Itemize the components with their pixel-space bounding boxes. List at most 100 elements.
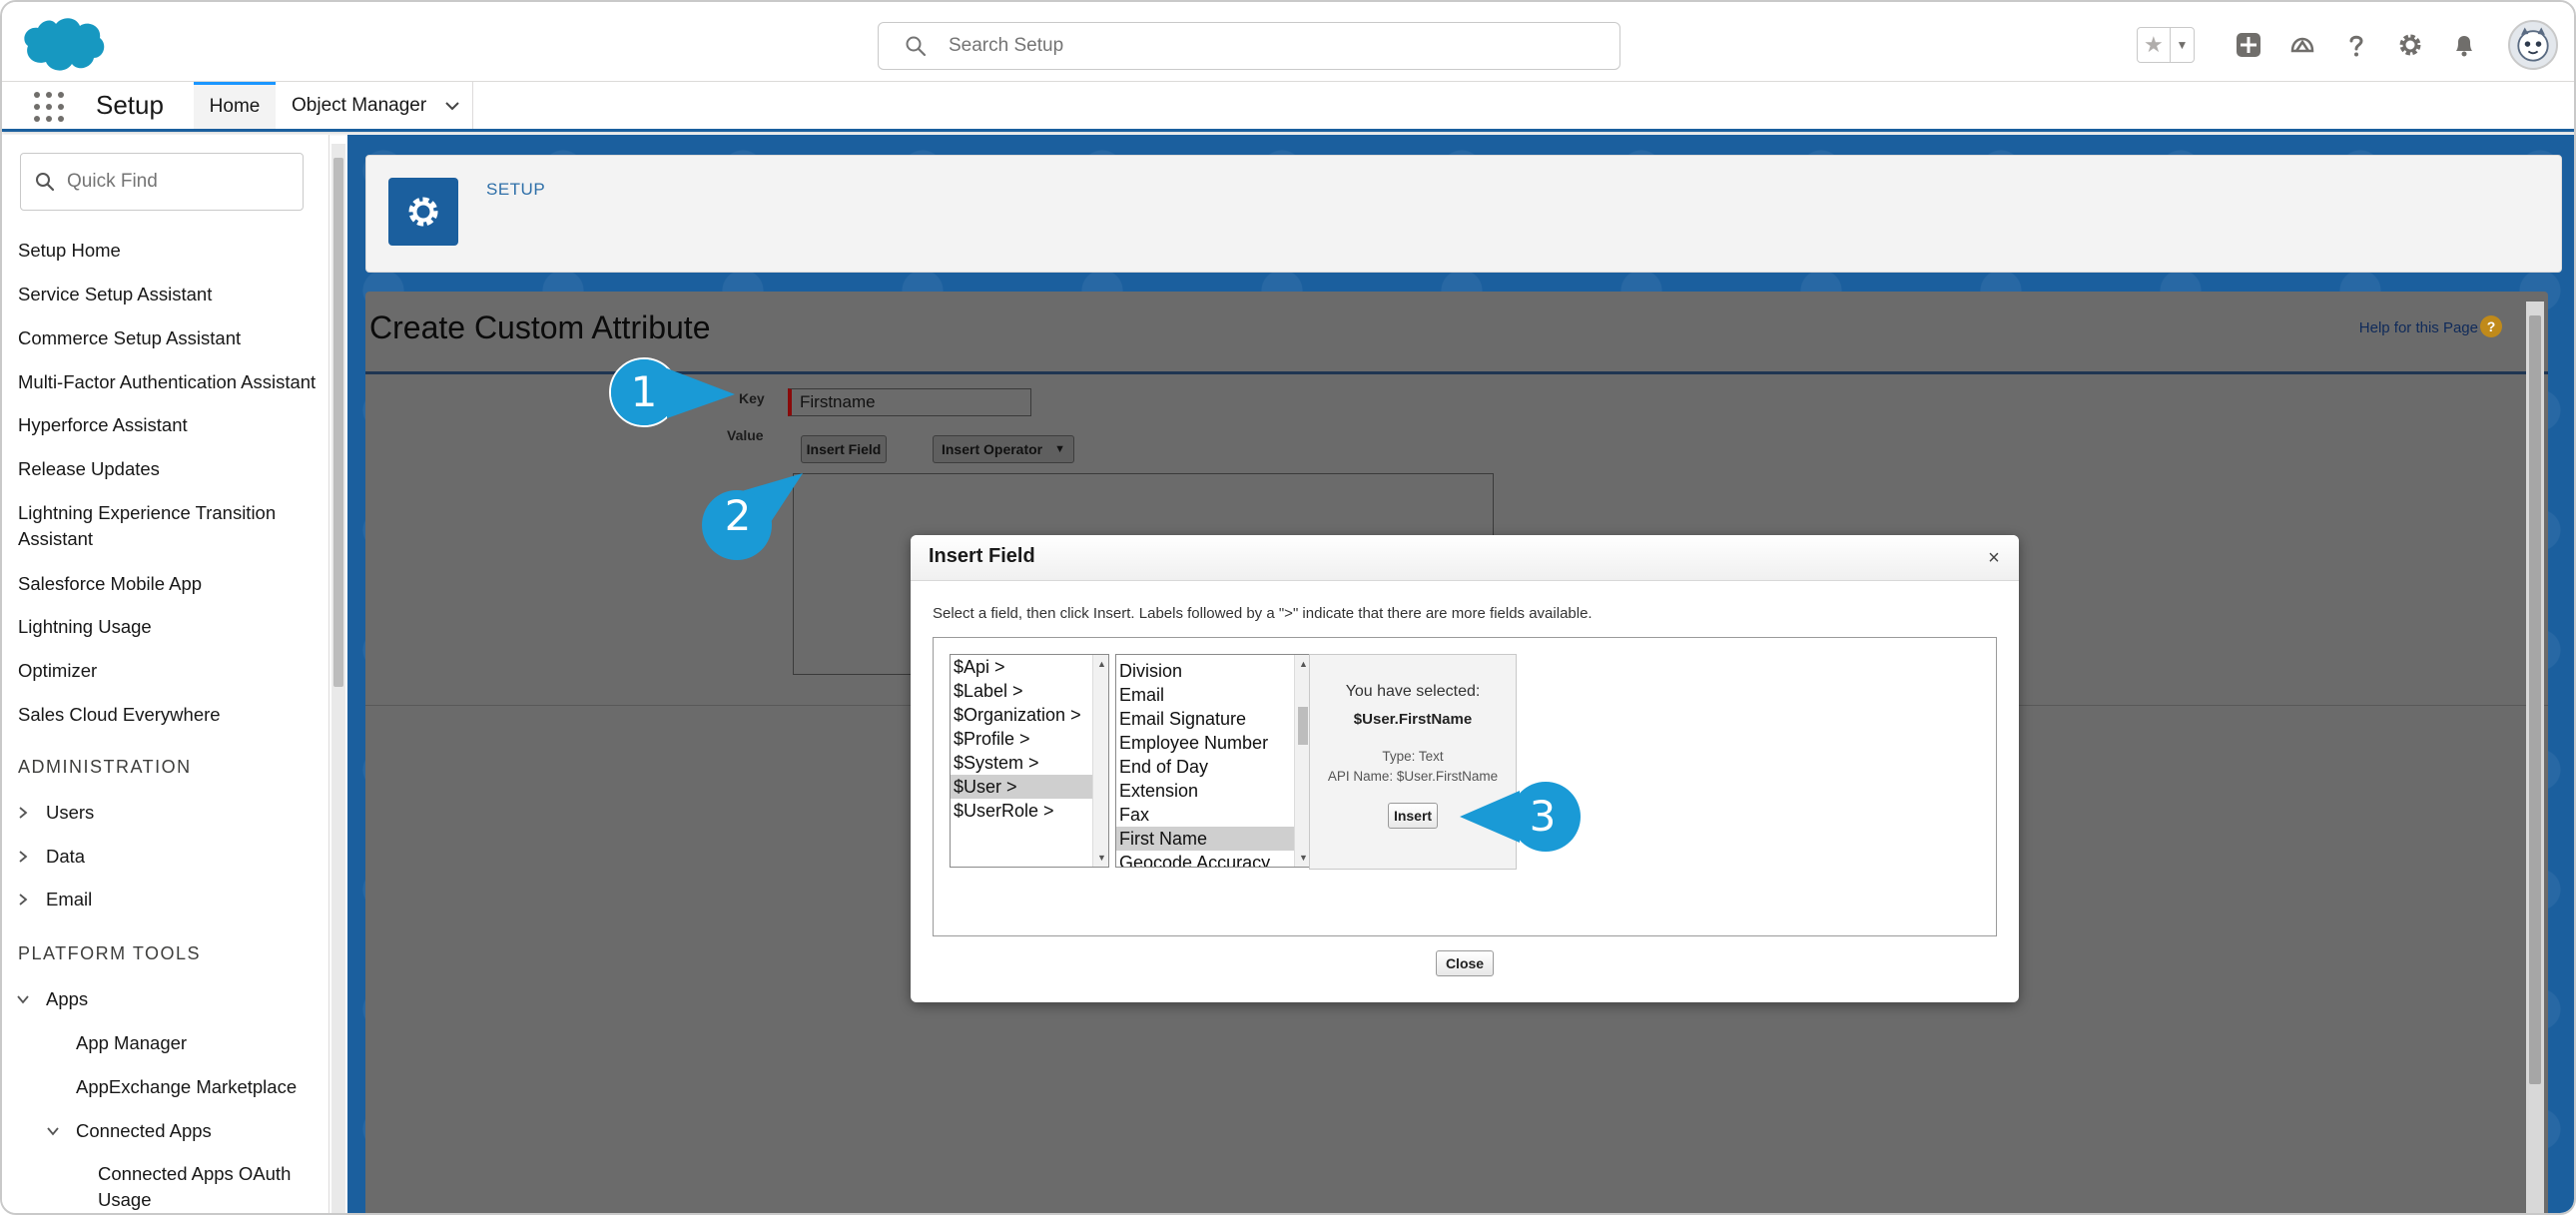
header-icons: ★ ▼ (2137, 20, 2558, 70)
insert-operator-button[interactable]: Insert Operator ▼ (933, 435, 1074, 463)
help-icon[interactable] (2340, 29, 2372, 61)
page-title: Create Custom Attribute (369, 309, 711, 345)
global-variables-options: $Api > $Label > $Organization > $Profile… (951, 655, 1108, 823)
sidebar-item-service-setup-assistant[interactable]: Service Setup Assistant (18, 282, 318, 307)
selected-field-type: Type: Text (1382, 749, 1444, 764)
user-fields-options: Division Email Email Signature Employee … (1116, 659, 1310, 867)
help-circle-icon[interactable]: ? (2480, 315, 2502, 337)
tab-home-label: Home (209, 96, 261, 117)
sidebar-tree-apps[interactable]: Apps (16, 986, 88, 1012)
sidebar-item-setup-home[interactable]: Setup Home (18, 238, 318, 264)
context-nav-bar: Setup Home Object Manager (2, 82, 2574, 132)
insert-operator-label: Insert Operator (941, 441, 1043, 457)
sidebar-item-hyperforce-assistant[interactable]: Hyperforce Assistant (18, 412, 318, 438)
sidebar-item-lightning-transition[interactable]: Lightning Experience Transition Assistan… (18, 500, 298, 552)
sidebar-tree-connected-apps[interactable]: Connected Apps (46, 1118, 212, 1144)
content-scrollbar[interactable] (2526, 302, 2544, 1213)
tab-object-manager[interactable]: Object Manager (278, 82, 473, 129)
selected-heading: You have selected: (1345, 683, 1481, 700)
sidebar-scroll-thumb[interactable] (333, 158, 343, 687)
list-item-selected[interactable]: First Name (1116, 827, 1310, 851)
insert-field-button[interactable]: Insert Field (801, 435, 887, 463)
chevron-right-icon[interactable] (16, 806, 30, 820)
bell-icon[interactable] (2448, 29, 2480, 61)
chevron-down-icon[interactable] (16, 992, 30, 1006)
list-item[interactable]: Employee Number (1116, 731, 1310, 755)
gear-icon[interactable] (2394, 29, 2426, 61)
search-setup-input[interactable]: Search Setup (878, 22, 1620, 70)
search-icon (36, 173, 55, 192)
close-button[interactable]: Close (1436, 950, 1494, 976)
scroll-up-icon[interactable]: ▲ (1299, 659, 1308, 669)
list-item[interactable]: Fax (1116, 803, 1310, 827)
sidebar-tree-connected-apps-label: Connected Apps (76, 1120, 212, 1141)
app-launcher-icon[interactable] (34, 92, 64, 122)
list-item[interactable]: Email (1116, 683, 1310, 707)
scroll-down-icon[interactable]: ▼ (1097, 853, 1106, 863)
scroll-down-icon[interactable]: ▼ (1299, 853, 1308, 863)
sidebar-item-lightning-usage[interactable]: Lightning Usage (18, 614, 318, 640)
list-item[interactable]: Division (1116, 659, 1310, 683)
listbox-scrollbar[interactable]: ▲ ▼ (1294, 655, 1310, 867)
chevron-right-icon[interactable] (16, 893, 30, 907)
content-scroll-thumb[interactable] (2529, 315, 2541, 1084)
sidebar-section-platform-tools: PLATFORM TOOLS (18, 943, 202, 963)
help-for-this-page-link[interactable]: Help for this Page (2359, 319, 2478, 336)
list-item[interactable]: $Api > (951, 655, 1108, 679)
list-item[interactable]: $Label > (951, 679, 1108, 703)
sidebar-item-appexchange[interactable]: AppExchange Marketplace (76, 1074, 297, 1100)
sidebar-tree-users[interactable]: Users (16, 800, 94, 826)
chevron-down-icon[interactable] (46, 1124, 60, 1138)
salesforce-logo-icon[interactable] (22, 16, 106, 74)
global-variables-listbox[interactable]: $Api > $Label > $Organization > $Profile… (950, 654, 1109, 868)
sidebar-item-release-updates[interactable]: Release Updates (18, 456, 318, 482)
list-item[interactable]: $Profile > (951, 727, 1108, 751)
close-icon[interactable]: × (1983, 547, 2005, 569)
sidebar-item-app-manager-label: App Manager (76, 1032, 188, 1053)
sidebar-section-administration: ADMINISTRATION (18, 757, 192, 777)
search-icon (906, 36, 927, 57)
setup-gear-icon (388, 178, 458, 246)
sidebar-item-optimizer[interactable]: Optimizer (18, 658, 318, 684)
tab-home[interactable]: Home (194, 82, 276, 129)
caret-down-icon: ▼ (1054, 443, 1066, 455)
listbox-scroll-thumb[interactable] (1298, 707, 1308, 745)
avatar-icon[interactable] (2508, 20, 2558, 70)
sidebar-item-connected-apps-oauth[interactable]: Connected Apps OAuth Usage (98, 1161, 298, 1213)
favorites-dropdown-icon[interactable]: ▼ (2171, 28, 2194, 62)
chevron-down-icon[interactable] (444, 98, 460, 114)
sidebar-tree-email[interactable]: Email (16, 887, 92, 912)
sidebar-tree-users-label: Users (46, 802, 95, 823)
insert-field-modal: Insert Field × Select a field, then clic… (911, 535, 2019, 1002)
list-item[interactable]: $UserRole > (951, 799, 1108, 823)
user-fields-listbox[interactable]: Division Email Email Signature Employee … (1115, 654, 1311, 868)
search-placeholder: Search Setup (949, 35, 1064, 56)
favorites-star-icon[interactable]: ★ (2138, 28, 2171, 62)
sidebar-tree-data[interactable]: Data (16, 844, 85, 870)
add-icon[interactable] (2233, 29, 2264, 61)
sidebar-item-mfa-assistant[interactable]: Multi-Factor Authentication Assistant (18, 369, 318, 395)
favorites-group: ★ ▼ (2137, 27, 2195, 63)
sidebar-item-app-manager[interactable]: App Manager (76, 1030, 187, 1056)
list-item[interactable]: End of Day (1116, 755, 1310, 779)
list-item[interactable]: Extension (1116, 779, 1310, 803)
list-item[interactable]: Email Signature (1116, 707, 1310, 731)
listbox-scrollbar[interactable]: ▲ ▼ (1092, 655, 1108, 867)
list-item-selected[interactable]: $User > (951, 775, 1108, 799)
list-item[interactable]: $Organization > (951, 703, 1108, 727)
setup-breadcrumb[interactable]: SETUP (486, 180, 545, 200)
callout-1-number: 1 (630, 367, 658, 416)
list-item[interactable]: $System > (951, 751, 1108, 775)
quick-find-placeholder: Quick Find (67, 171, 158, 192)
chevron-right-icon[interactable] (16, 850, 30, 864)
quick-find-input[interactable]: Quick Find (20, 153, 304, 211)
scroll-up-icon[interactable]: ▲ (1097, 659, 1106, 669)
sidebar-scrollbar[interactable] (331, 144, 345, 1213)
insert-button[interactable]: Insert (1388, 803, 1438, 829)
trailhead-icon[interactable] (2286, 29, 2318, 61)
sidebar-item-sales-cloud-everywhere[interactable]: Sales Cloud Everywhere (18, 702, 318, 728)
list-item[interactable]: Geocode Accuracy (1116, 851, 1310, 867)
key-input[interactable]: Firstname (788, 388, 1031, 416)
sidebar-item-commerce-setup-assistant[interactable]: Commerce Setup Assistant (18, 325, 318, 351)
sidebar-item-salesforce-mobile-app[interactable]: Salesforce Mobile App (18, 571, 318, 597)
